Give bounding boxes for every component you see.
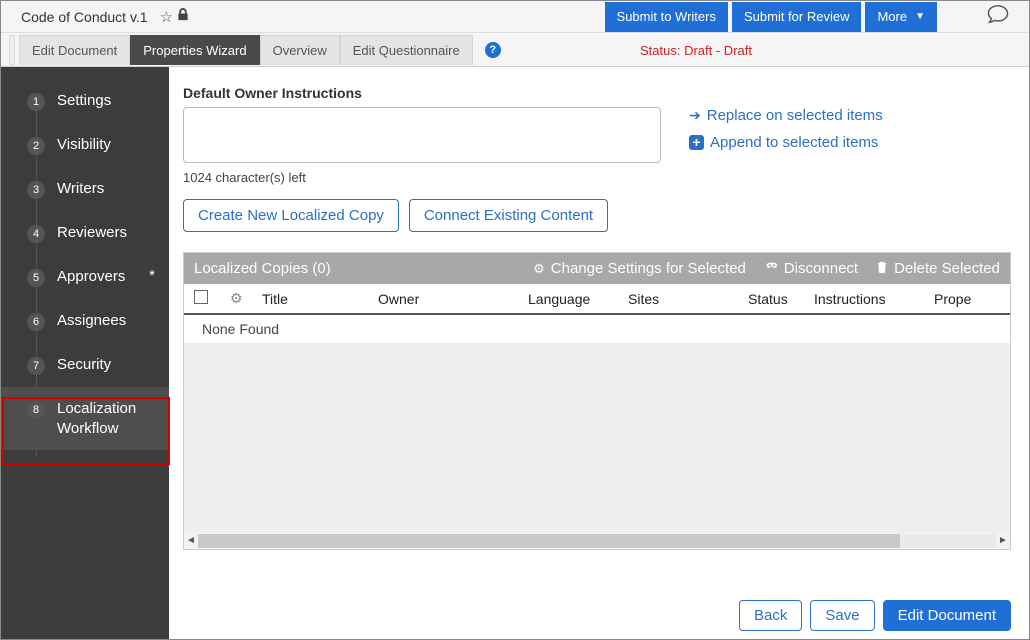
save-button[interactable]: Save [810, 600, 874, 631]
more-dropdown-button[interactable]: More ▼ [865, 2, 937, 32]
submit-to-writers-button[interactable]: Submit to Writers [605, 2, 728, 32]
step-number: 6 [27, 313, 45, 331]
step-number: 1 [27, 93, 45, 111]
arrow-right-icon: ➔ [689, 107, 701, 124]
scroll-track[interactable] [198, 534, 996, 548]
step-number: 3 [27, 181, 45, 199]
select-all-checkbox[interactable] [194, 290, 208, 304]
action-label: Delete Selected [894, 260, 1000, 277]
action-label: Disconnect [784, 260, 858, 277]
replace-on-selected-link[interactable]: ➔ Replace on selected items [689, 107, 883, 124]
tab-prev-arrow[interactable] [9, 35, 15, 65]
sidebar-item-assignees[interactable]: 6 Assignees [1, 299, 169, 343]
sidebar-item-security[interactable]: 7 Security [1, 343, 169, 387]
append-to-selected-link[interactable]: + Append to selected items [689, 134, 883, 151]
comment-icon[interactable] [987, 4, 1009, 30]
instructions-heading: Default Owner Instructions [183, 85, 1011, 101]
submit-for-review-button[interactable]: Submit for Review [732, 2, 861, 32]
link-icon [764, 261, 778, 276]
create-localized-copy-button[interactable]: Create New Localized Copy [183, 199, 399, 232]
star-icon[interactable]: ☆ [160, 8, 173, 26]
sidebar-item-label: Approvers [57, 267, 125, 287]
sidebar-item-label: Security [57, 355, 111, 375]
more-label: More [877, 9, 907, 24]
caret-down-icon: ▼ [915, 11, 925, 22]
none-found-row: None Found [184, 315, 1010, 343]
sidebar-item-label: Settings [57, 91, 111, 111]
sidebar-item-localization-workflow[interactable]: 8 Localization Workflow [1, 387, 169, 450]
localized-copies-grid: Localized Copies (0) ⚙ Change Settings f… [183, 252, 1011, 550]
col-status[interactable]: Status [748, 291, 814, 307]
characters-left-label: 1024 character(s) left [183, 170, 661, 185]
grid-column-headers: ⚙ Title Owner Language Sites Status Inst… [184, 284, 1010, 315]
col-properties[interactable]: Prope [934, 291, 994, 307]
lock-icon[interactable] [177, 8, 189, 25]
change-settings-action[interactable]: ⚙ Change Settings for Selected [533, 260, 746, 277]
step-number: 2 [27, 137, 45, 155]
wizard-footer: Back Save Edit Document [183, 550, 1011, 631]
status-text: Status: Draft - Draft [640, 43, 752, 58]
action-label: Change Settings for Selected [551, 260, 746, 277]
step-number: 7 [27, 357, 45, 375]
step-number: 5 [27, 269, 45, 287]
scroll-right-arrow[interactable]: ► [996, 534, 1010, 548]
sidebar-item-label: Reviewers [57, 223, 127, 243]
tab-overview[interactable]: Overview [260, 35, 340, 65]
col-instructions[interactable]: Instructions [814, 291, 934, 307]
scroll-thumb[interactable] [198, 534, 900, 548]
edit-document-button[interactable]: Edit Document [883, 600, 1011, 631]
sidebar-item-label: Writers [57, 179, 104, 199]
tab-properties-wizard[interactable]: Properties Wizard [130, 35, 259, 65]
sidebar-item-writers[interactable]: 3 Writers [1, 167, 169, 211]
sidebar-item-label: Localization Workflow [57, 399, 155, 438]
top-header: Code of Conduct v.1 ☆ Submit to Writers … [1, 1, 1029, 33]
grid-toolbar: Localized Copies (0) ⚙ Change Settings f… [184, 253, 1010, 284]
trash-icon [876, 261, 888, 277]
plus-square-icon: + [689, 135, 704, 150]
connect-existing-content-button[interactable]: Connect Existing Content [409, 199, 608, 232]
owner-instructions-textarea[interactable] [183, 107, 661, 163]
sidebar-item-label: Visibility [57, 135, 111, 155]
sidebar-item-approvers[interactable]: 5 Approvers * [1, 255, 169, 299]
gear-column-icon: ⚙ [230, 290, 262, 307]
scroll-left-arrow[interactable]: ◄ [184, 534, 198, 548]
back-button[interactable]: Back [739, 600, 802, 631]
disconnect-action[interactable]: Disconnect [764, 260, 858, 277]
col-owner[interactable]: Owner [378, 291, 528, 307]
append-link-label: Append to selected items [710, 134, 878, 151]
help-icon[interactable]: ? [485, 42, 501, 58]
step-number: 4 [27, 225, 45, 243]
sidebar-item-reviewers[interactable]: 4 Reviewers [1, 211, 169, 255]
col-sites[interactable]: Sites [628, 291, 748, 307]
gear-icon: ⚙ [533, 261, 545, 277]
delete-selected-action[interactable]: Delete Selected [876, 260, 1000, 277]
grid-body: None Found [184, 315, 1010, 533]
content-area: Default Owner Instructions 1024 characte… [169, 67, 1029, 639]
tab-edit-document[interactable]: Edit Document [19, 35, 130, 65]
step-number: 8 [27, 401, 45, 419]
document-tabs: Edit Document Properties Wizard Overview… [1, 33, 1029, 67]
sidebar-item-settings[interactable]: 1 Settings [1, 79, 169, 123]
tab-edit-questionnaire[interactable]: Edit Questionnaire [340, 35, 473, 65]
sidebar-item-visibility[interactable]: 2 Visibility [1, 123, 169, 167]
grid-title: Localized Copies (0) [194, 260, 331, 277]
wizard-sidebar: 1 Settings 2 Visibility 3 Writers 4 Revi… [1, 67, 169, 639]
col-title[interactable]: Title [262, 291, 378, 307]
col-language[interactable]: Language [528, 291, 628, 307]
replace-link-label: Replace on selected items [707, 107, 883, 124]
required-indicator: * [143, 267, 155, 284]
document-title: Code of Conduct v.1 [21, 9, 148, 25]
sidebar-item-label: Assignees [57, 311, 126, 331]
horizontal-scrollbar[interactable]: ◄ ► [184, 533, 1010, 549]
